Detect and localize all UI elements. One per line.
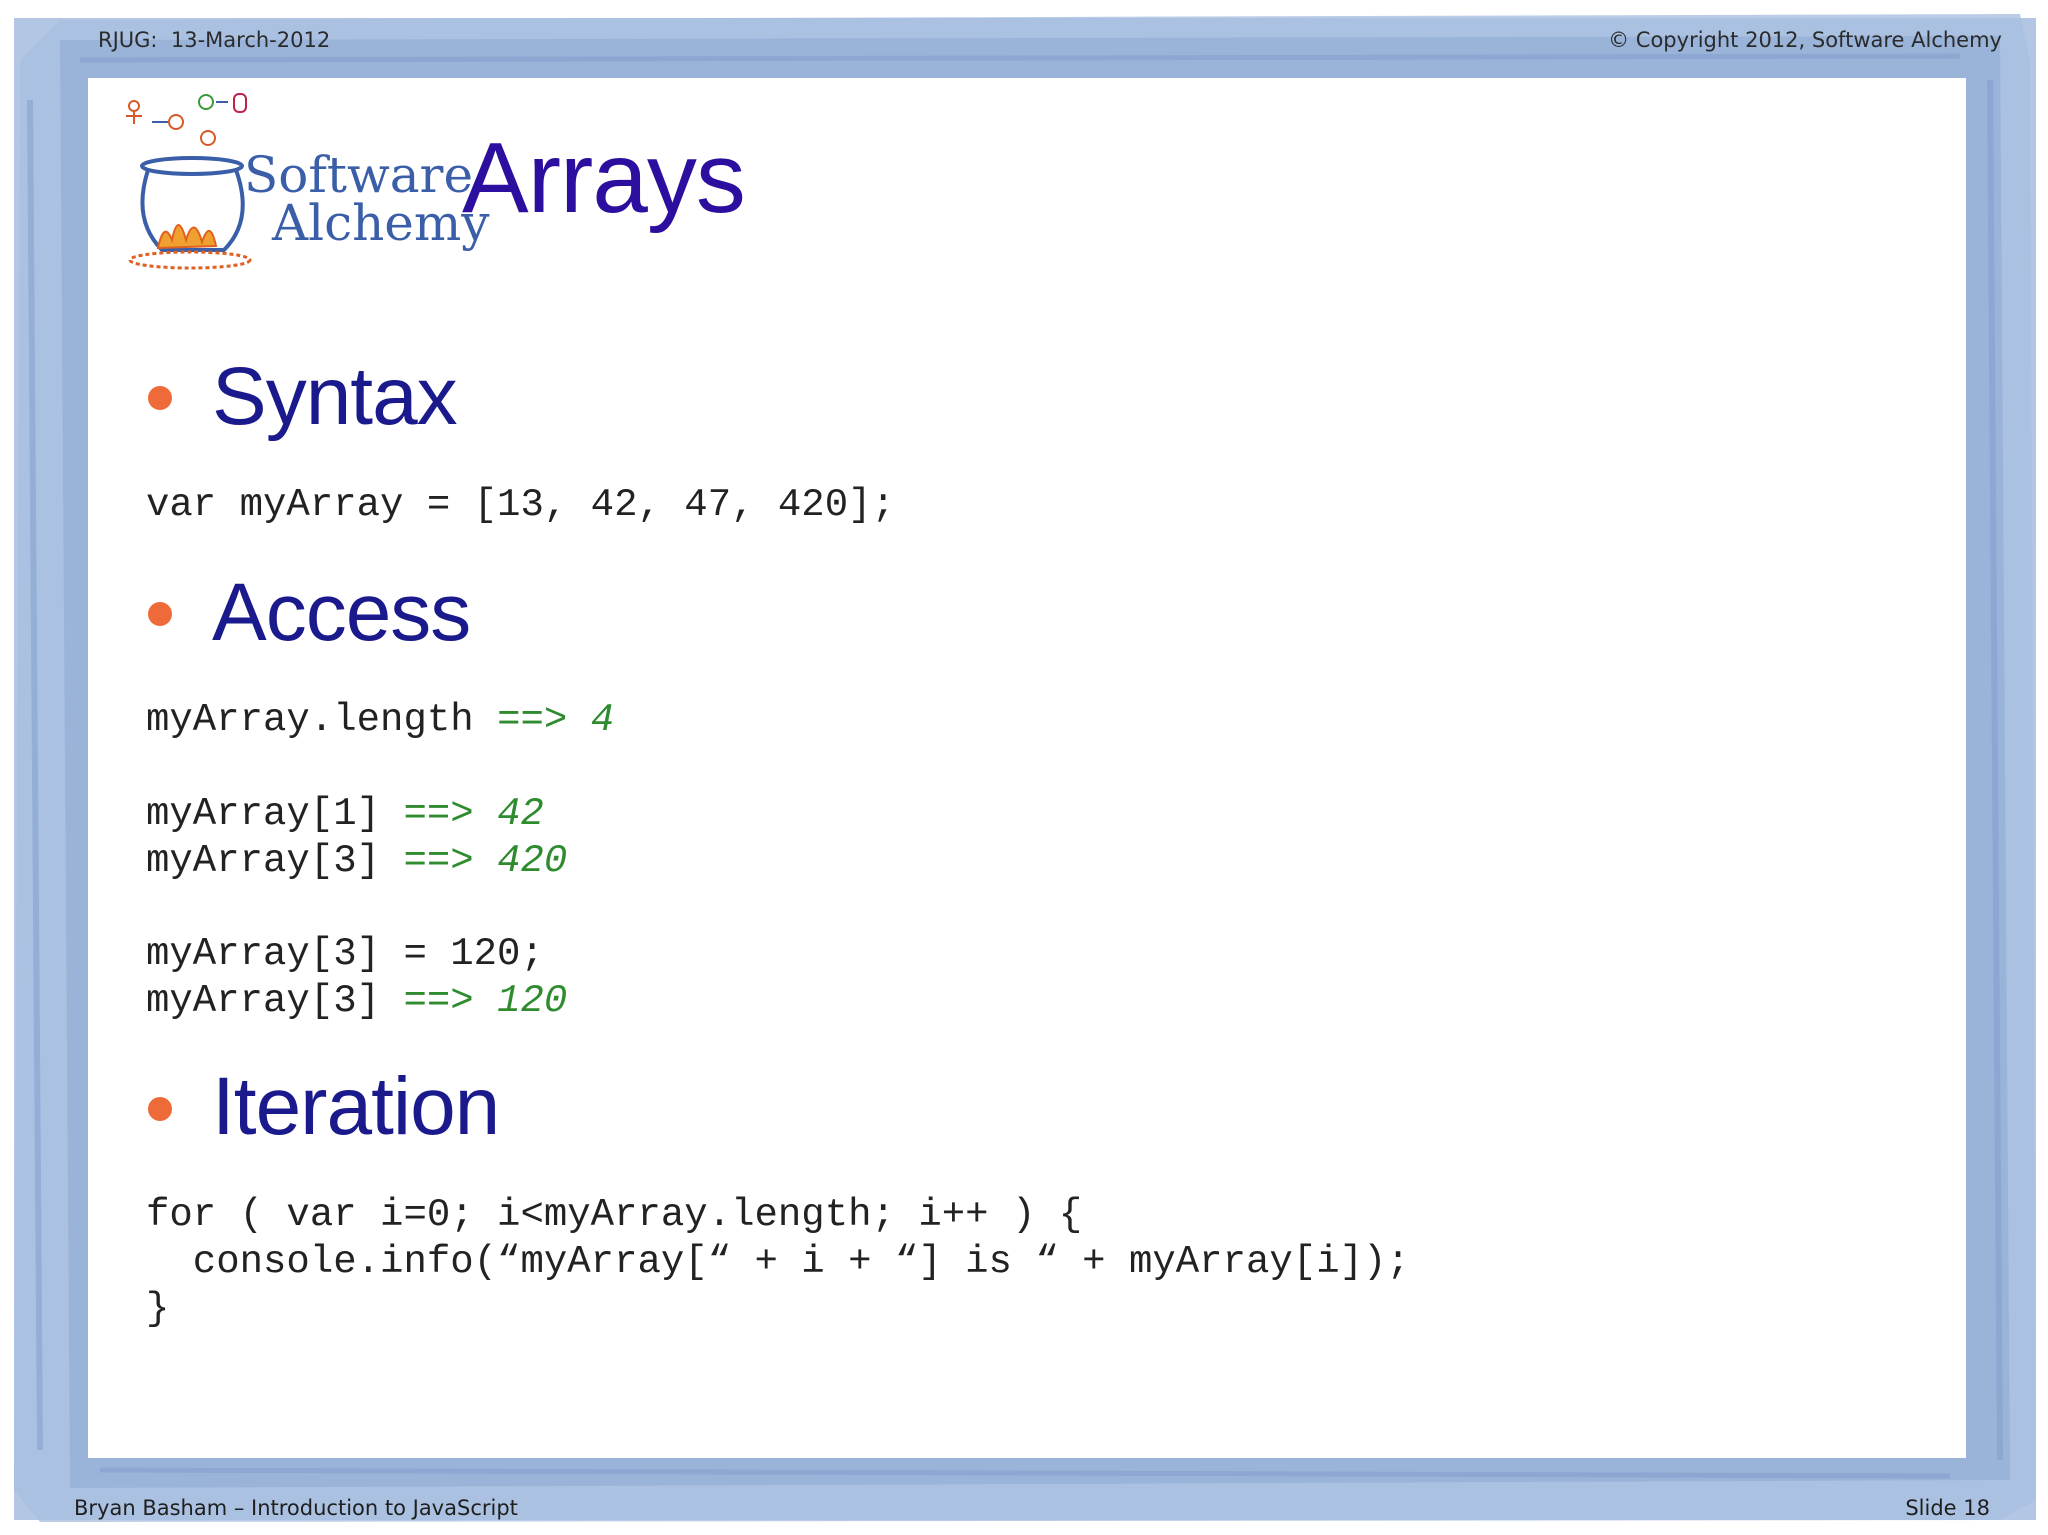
code-access-index3-after: myArray[3] ==> 120	[146, 978, 567, 1025]
code-access-length: myArray.length ==> 4	[146, 697, 614, 744]
code-syntax: var myArray = [13, 42, 47, 420];	[146, 483, 895, 527]
slide-title: Arrays	[462, 122, 746, 234]
section-heading-iteration: Iteration	[212, 1061, 500, 1152]
footer-slide-number: Slide 18	[1905, 1496, 1990, 1520]
code-text: myArray[1]	[146, 792, 404, 836]
code-access-index1: myArray[1] ==> 42	[146, 791, 544, 838]
section-heading-syntax: Syntax	[212, 351, 458, 442]
code-arrow: ==>	[403, 839, 474, 883]
header-copyright: © Copyright 2012, Software Alchemy	[1608, 28, 2002, 52]
logo-text-alchemy: Alchemy	[272, 194, 490, 252]
code-iteration-line2: console.info(“myArray[“ + i + “] is “ + …	[146, 1240, 1410, 1284]
footer-author-title: Bryan Basham – Introduction to JavaScrip…	[74, 1496, 518, 1520]
code-result: 42	[473, 792, 544, 836]
code-iteration-line1: for ( var i=0; i<myArray.length; i++ ) {	[146, 1193, 1083, 1237]
software-alchemy-logo: Software Alchemy	[124, 90, 490, 280]
header-event-date: RJUG: 13-March-2012	[98, 28, 331, 52]
logo-text-software: Software	[244, 146, 474, 204]
code-text: myArray.length	[146, 698, 498, 742]
code-access-index3: myArray[3] ==> 420	[146, 838, 567, 885]
code-result: 120	[473, 979, 568, 1023]
code-text: myArray[3]	[146, 979, 404, 1023]
bullet-icon	[148, 1097, 172, 1121]
bullet-icon	[148, 602, 172, 626]
code-text: myArray[3]	[146, 839, 404, 883]
section-heading-access: Access	[212, 567, 471, 658]
slide: RJUG: 13-March-2012 © Copyright 2012, So…	[0, 0, 2048, 1535]
code-arrow: ==>	[403, 979, 474, 1023]
code-text: myArray[3] = 120;	[146, 932, 544, 976]
code-access-assign: myArray[3] = 120;	[146, 931, 544, 978]
code-arrow: ==>	[403, 792, 474, 836]
code-result: 420	[473, 839, 568, 883]
bullet-icon	[148, 386, 172, 410]
code-result: 4	[567, 698, 615, 742]
code-arrow: ==>	[497, 698, 568, 742]
code-iteration-line3: }	[146, 1287, 170, 1331]
